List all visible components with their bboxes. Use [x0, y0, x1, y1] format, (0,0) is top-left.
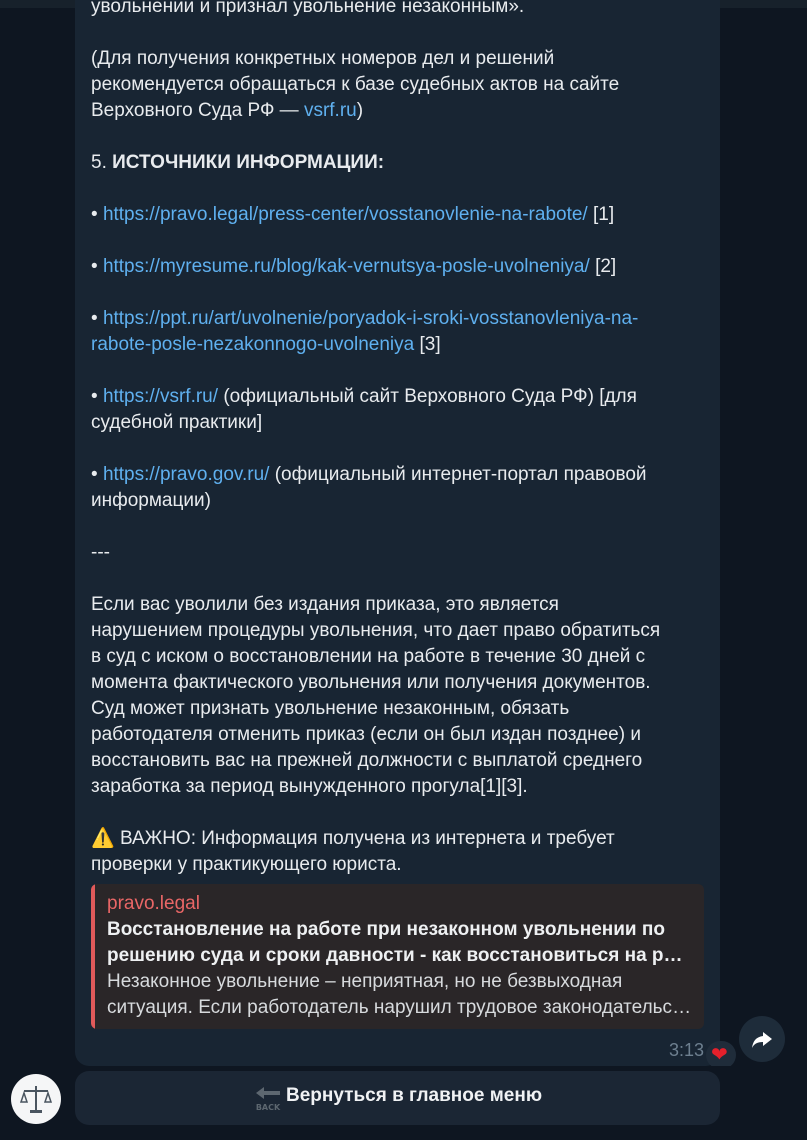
back-arrow-icon: BACK [256, 1087, 281, 1112]
summary-line: восстановить вас на прежней должности с … [91, 750, 643, 771]
message-text: увольнении и признал увольнение незаконн… [91, 0, 711, 878]
summary-line: работодателя отменить приказ (если он бы… [91, 724, 641, 745]
source-desc-5: (официальный интернет-портал правовой [274, 464, 647, 485]
summary-line: момента фактического увольнения или полу… [91, 672, 651, 693]
warning-line-1: ВАЖНО: Информация получена из интернета … [114, 828, 615, 849]
summary-paragraph: Если вас уволили без издания приказа, эт… [91, 592, 711, 800]
source-link-5[interactable]: https://pravo.gov.ru/ [103, 464, 270, 485]
source-item-1: • https://pravo.legal/press-center/vosst… [91, 202, 711, 228]
scales-icon [19, 1086, 53, 1113]
source-link-3-line1: https://ppt.ru/art/uvolnenie/poryadok-i-… [102, 308, 639, 329]
sources-heading: 5. ИСТОЧНИКИ ИНФОРМАЦИИ: [91, 150, 711, 176]
source-item-5: • https://pravo.gov.ru/ (официальный инт… [91, 462, 711, 514]
source-item-4: • https://vsrf.ru/ (официальный сайт Вер… [91, 384, 711, 436]
bullet: • [91, 308, 98, 329]
bullet: • [91, 204, 98, 225]
source-link-3-line2: rabote-posle-nezakonnogo-uvolneniya [91, 334, 415, 355]
note-line-3: Верховного Суда РФ — [91, 100, 304, 121]
main-menu-button[interactable]: BACK Вернуться в главное меню [75, 1071, 720, 1125]
preview-title-line-2: решению суда и сроки давности - как восс… [107, 945, 692, 966]
source-desc-4b: судебной практики] [91, 412, 263, 433]
vsrf-link[interactable]: vsrf.ru [304, 100, 357, 121]
note-close-paren: ) [356, 100, 364, 121]
heart-icon: ❤ [711, 1044, 728, 1066]
source-desc-4: (официальный сайт Верховного Суда РФ) [д… [223, 386, 637, 407]
source-ref-2: [2] [595, 256, 617, 277]
svg-text:BACK: BACK [256, 1103, 281, 1112]
share-arrow-icon [752, 1032, 772, 1048]
preview-site-name: pravo.legal [107, 893, 200, 914]
source-link-3[interactable]: https://ppt.ru/art/uvolnenie/poryadok-i-… [91, 308, 638, 355]
summary-line: заработка за период вынужденного прогула… [91, 776, 528, 797]
reaction-badge[interactable]: ❤ [706, 1041, 736, 1069]
source-desc-5b: информации) [91, 490, 211, 511]
note-paragraph: (Для получения конкретных номеров дел и … [91, 46, 711, 124]
avatar[interactable] [11, 1074, 61, 1124]
main-menu-button-label: Вернуться в главное меню [286, 1085, 543, 1106]
source-ref-3: [3] [419, 334, 441, 355]
preview-desc-line-1: Незаконное увольнение – неприятная, но н… [107, 971, 623, 992]
partial-line: увольнении и признал увольнение незаконн… [91, 0, 525, 17]
source-ref-1: [1] [592, 204, 615, 225]
sources-heading-text: ИСТОЧНИКИ ИНФОРМАЦИИ: [112, 152, 385, 173]
warning-paragraph: ⚠️ ВАЖНО: Информация получена из интерне… [91, 826, 711, 878]
message-time: 3:13 [669, 1040, 705, 1060]
summary-line: нарушением процедуры увольнения, что дае… [91, 620, 661, 641]
summary-line: в суд с иском о восстановлении на работе… [91, 646, 646, 667]
source-link-1[interactable]: https://pravo.legal/press-center/vosstan… [103, 204, 588, 225]
link-preview[interactable]: pravo.legal Восстановление на работе при… [91, 884, 704, 1029]
sources-number: 5. [91, 152, 113, 173]
preview-desc-line-2: ситуация. Если работодатель нарушил труд… [107, 997, 692, 1018]
preview-title-line-1: Восстановление на работе при незаконном … [107, 919, 665, 940]
source-item-3: • https://ppt.ru/art/uvolnenie/poryadok-… [91, 306, 711, 358]
source-item-2: • https://myresume.ru/blog/kak-vernutsya… [91, 254, 711, 280]
forward-button[interactable] [739, 1016, 785, 1062]
note-line-2: рекомендуется обращаться к базе судебных… [91, 74, 620, 95]
separator: --- [91, 542, 110, 563]
preview-title: Восстановление на работе при незаконном … [107, 917, 692, 969]
source-link-4[interactable]: https://vsrf.ru/ [103, 386, 218, 407]
summary-line: Если вас уволили без издания приказа, эт… [91, 594, 559, 615]
summary-line: Суд может признать увольнение незаконным… [91, 698, 570, 719]
preview-description: Незаконное увольнение – неприятная, но н… [107, 969, 692, 1021]
bullet: • [91, 464, 98, 485]
note-line-1: (Для получения конкретных номеров дел и … [91, 48, 555, 69]
source-link-2[interactable]: https://myresume.ru/blog/kak-vernutsya-p… [103, 256, 590, 277]
warning-line-2: проверки у практикующего юриста. [91, 854, 402, 875]
warning-icon: ⚠️ [91, 828, 115, 849]
preview-accent-bar [91, 884, 95, 1029]
bullet: • [91, 256, 98, 277]
bullet: • [91, 386, 98, 407]
